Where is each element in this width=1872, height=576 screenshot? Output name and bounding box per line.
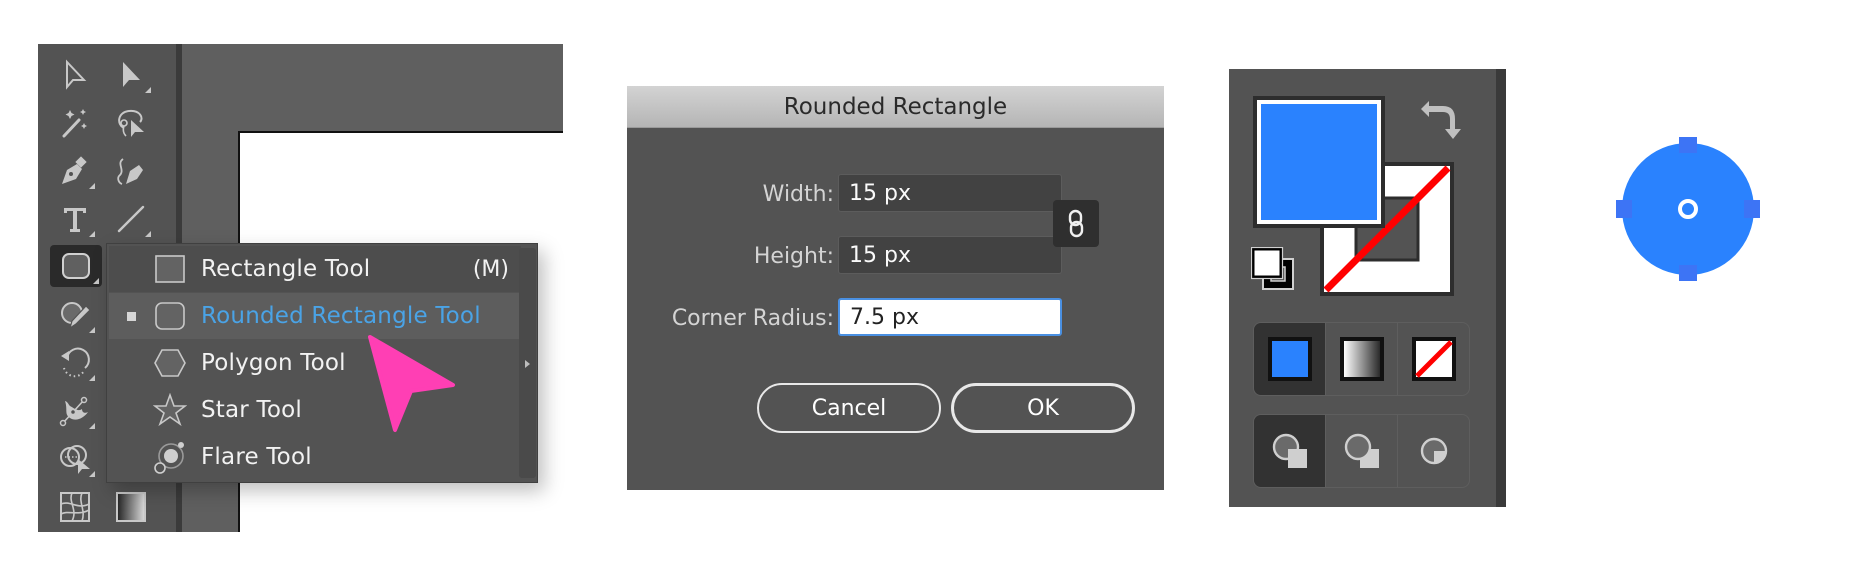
flyout-indicator-icon [89, 471, 95, 477]
flyout-indicator-icon [93, 278, 99, 284]
ok-button[interactable]: OK [951, 383, 1135, 433]
type-icon [64, 208, 86, 232]
draw-behind-button[interactable] [1326, 415, 1398, 487]
height-value: 15 px [849, 242, 911, 268]
fill-stroke-panel [1229, 69, 1496, 507]
magic-wand-icon [62, 109, 87, 138]
shaper-pencil-icon [61, 302, 91, 330]
mesh-icon [60, 492, 90, 522]
rounded-rectangle-dialog: Rounded Rectangle Width: 15 px Height: 1… [627, 86, 1164, 490]
rotate-tool[interactable] [52, 342, 98, 384]
pen-tool[interactable] [52, 150, 98, 192]
color-mode-button[interactable] [1254, 323, 1326, 395]
solid-color-icon [1267, 337, 1312, 381]
color-mode-group [1253, 322, 1470, 396]
draw-normal-icon [1272, 433, 1307, 468]
shape-builder-icon [60, 445, 90, 474]
rectangle-icon [155, 255, 185, 283]
selection-arrow-icon [66, 59, 87, 90]
puppet-warp-tool[interactable] [52, 390, 98, 432]
flare-icon [154, 442, 184, 474]
draw-inside-button[interactable] [1398, 415, 1469, 487]
anchor-point-bottom[interactable] [1679, 265, 1697, 281]
draw-behind-icon [1344, 433, 1379, 468]
tearoff-arrow-icon [525, 360, 530, 368]
tearoff-strip[interactable] [519, 248, 536, 478]
height-label: Height: [753, 244, 834, 269]
flyout-indicator-icon [89, 327, 95, 333]
flyout-indicator-icon [145, 87, 151, 93]
panel-edge [1496, 69, 1506, 507]
gradient-tool[interactable] [108, 486, 154, 528]
default-fill-stroke-icon[interactable] [1251, 247, 1297, 293]
direct-selection-tool[interactable] [108, 54, 154, 96]
flyout-indicator-icon [145, 231, 151, 237]
magic-wand-tool[interactable] [52, 102, 98, 144]
line-icon [117, 205, 145, 233]
polygon-icon [154, 349, 186, 377]
gradient-icon [116, 492, 146, 522]
direct-selection-arrow-icon [123, 62, 140, 87]
swap-fill-stroke-icon[interactable] [1419, 97, 1465, 143]
draw-mode-group [1253, 414, 1470, 488]
fill-color [1261, 104, 1377, 220]
anchor-point-right[interactable] [1744, 200, 1760, 218]
menu-item-label: Polygon Tool [201, 350, 346, 376]
corner-radius-input[interactable]: 7.5 px [838, 298, 1062, 336]
selected-circle-shape[interactable] [1610, 131, 1766, 287]
menu-item-label: Flare Tool [201, 444, 312, 470]
constrain-proportions-button[interactable] [1053, 200, 1099, 247]
pointer-cursor-icon [368, 335, 455, 432]
none-icon [1411, 337, 1456, 381]
rounded-rectangle-icon [155, 302, 185, 330]
height-input[interactable]: 15 px [838, 236, 1062, 274]
menu-item-label: Star Tool [201, 397, 302, 423]
shape-tools-flyout-menu: Rectangle Tool (M) Rounded Rectangle Too… [106, 243, 538, 483]
type-tool[interactable] [52, 198, 98, 240]
menu-item-label: Rounded Rectangle Tool [201, 303, 481, 329]
draw-normal-button[interactable] [1254, 415, 1326, 487]
rounded-rectangle-tool[interactable] [50, 245, 102, 287]
rounded-rectangle-icon [62, 253, 90, 279]
flyout-indicator-icon [89, 183, 95, 189]
gradient-mode-button[interactable] [1326, 323, 1398, 395]
circle-fill[interactable] [1622, 143, 1754, 275]
puppet-warp-icon [59, 396, 88, 427]
none-mode-button[interactable] [1398, 323, 1469, 395]
shape-builder-tool[interactable] [52, 438, 98, 480]
draw-inside-icon [1420, 437, 1447, 465]
curvature-pen-icon [117, 158, 143, 185]
width-label: Width: [762, 182, 834, 207]
cancel-button[interactable]: Cancel [757, 383, 941, 433]
rotate-icon [61, 347, 90, 378]
anchor-point-top[interactable] [1679, 137, 1697, 153]
shaper-tool[interactable] [52, 294, 98, 336]
line-segment-tool[interactable] [108, 198, 154, 240]
corner-radius-label: Corner Radius: [671, 306, 834, 331]
anchor-point-left[interactable] [1616, 200, 1632, 218]
active-tool-bullet-icon [127, 311, 136, 321]
menu-item-shortcut: (M) [472, 256, 509, 282]
selection-tool[interactable] [52, 54, 98, 96]
curvature-tool[interactable] [108, 150, 154, 192]
menu-item-label: Rectangle Tool [201, 256, 371, 282]
gradient-icon [1339, 337, 1384, 381]
dialog-title: Rounded Rectangle [627, 86, 1164, 128]
width-input[interactable]: 15 px [838, 174, 1062, 212]
corner-radius-value: 7.5 px [850, 304, 919, 330]
link-chain-icon [1068, 209, 1084, 237]
menu-item-flare-tool[interactable]: Flare Tool [109, 434, 521, 480]
flyout-indicator-icon [89, 423, 95, 429]
flyout-indicator-icon [89, 375, 95, 381]
pen-icon [62, 156, 87, 184]
star-icon [153, 393, 187, 427]
lasso-tool[interactable] [108, 102, 154, 144]
menu-item-rounded-rectangle-tool[interactable]: Rounded Rectangle Tool [109, 293, 521, 339]
lasso-icon [118, 109, 144, 137]
mesh-tool[interactable] [52, 486, 98, 528]
flyout-indicator-icon [89, 231, 95, 237]
width-value: 15 px [849, 180, 911, 206]
menu-item-rectangle-tool[interactable]: Rectangle Tool (M) [109, 246, 521, 292]
fill-swatch[interactable] [1253, 96, 1385, 228]
